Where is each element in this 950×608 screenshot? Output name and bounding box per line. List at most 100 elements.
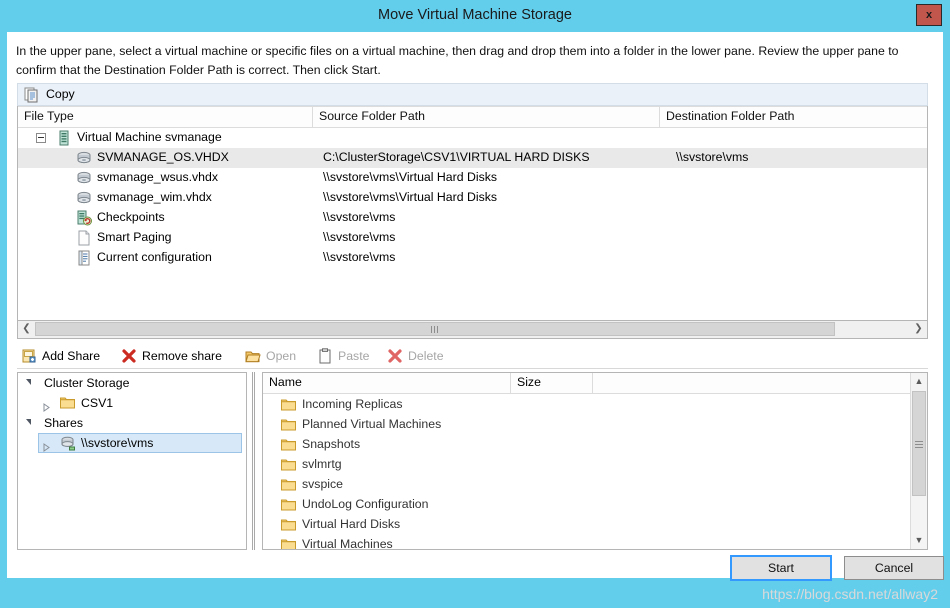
column-header-destination-path[interactable]: Destination Folder Path <box>660 107 927 127</box>
folder-icon <box>281 437 296 451</box>
grid-row[interactable]: Checkpoints \\svstore\vms <box>18 208 927 228</box>
list-item-name: svlmrtg <box>302 457 342 471</box>
column-header-source-path[interactable]: Source Folder Path <box>313 107 660 127</box>
grid-row[interactable]: Current configuration \\svstore\vms <box>18 248 927 268</box>
scroll-up-icon[interactable]: ▲ <box>911 373 927 390</box>
folder-icon <box>281 497 296 511</box>
grid-cell-file-type-label: Smart Paging <box>97 230 172 244</box>
hard-disk-icon <box>76 170 92 186</box>
grid-header-row: File Type Source Folder Path Destination… <box>18 106 927 128</box>
folder-icon <box>281 417 296 431</box>
grid-cell-source-path: \\svstore\vms\Virtual Hard Disks <box>323 170 498 184</box>
grid-row[interactable]: svmanage_wsus.vhdx \\svstore\vms\Virtual … <box>18 168 927 188</box>
grid-cell-source-path <box>323 128 673 148</box>
destination-browser: Cluster Storage CSV1 Shares \\svstore\vms N… <box>17 372 944 581</box>
toolbar-item-label: Add Share <box>42 349 101 363</box>
list-body: Incoming Replicas Planned Virtual Machine… <box>263 394 927 549</box>
grid-cell-destination-path <box>676 188 926 208</box>
close-button[interactable]: x <box>916 4 942 26</box>
grid-cell-destination-path <box>676 168 926 188</box>
grid-cell-destination-path: \\svstore\vms <box>676 150 749 164</box>
column-header-name[interactable]: Name <box>263 373 511 393</box>
add-share-icon <box>21 348 37 364</box>
toolbar-item-label: Delete <box>408 349 444 363</box>
folder-icon <box>281 457 296 471</box>
grid-cell-destination-path <box>676 228 926 248</box>
grid-row[interactable]: Virtual Machine svmanage <box>18 128 927 148</box>
list-item[interactable]: UndoLog Configuration <box>263 494 927 514</box>
column-header-file-type[interactable]: File Type <box>18 107 313 127</box>
vertical-scroll-thumb[interactable] <box>912 391 926 496</box>
hard-disk-icon <box>76 150 92 166</box>
chevron-right-icon[interactable] <box>43 438 50 452</box>
folder-icon <box>281 517 296 531</box>
tree-node[interactable]: Cluster Storage <box>18 373 246 393</box>
grid-cell-file-type-label: Current configuration <box>97 250 212 264</box>
column-header-extra[interactable] <box>593 373 909 393</box>
delete-icon <box>387 348 403 364</box>
grid-cell-file-type-label: svmanage_wim.vhdx <box>97 190 212 204</box>
horizontal-scrollbar[interactable]: ❮ ❯ <box>17 321 928 339</box>
tree-node[interactable]: Shares <box>18 413 246 433</box>
list-item[interactable]: Planned Virtual Machines <box>263 414 927 434</box>
toolbar-item-label: Open <box>266 349 297 363</box>
folder-icon <box>281 537 296 549</box>
virtual-machine-icon <box>56 130 72 146</box>
list-item[interactable]: Incoming Replicas <box>263 394 927 414</box>
list-item[interactable]: Virtual Hard Disks <box>263 514 927 534</box>
copy-label: Copy <box>46 87 75 101</box>
grid-cell-file-type: Checkpoints <box>18 208 313 228</box>
grid-cell-source-path: \\svstore\vms\Virtual Hard Disks <box>323 190 498 204</box>
grid-row[interactable]: svmanage_wim.vhdx \\svstore\vms\Virtual H… <box>18 188 927 208</box>
dialog-window: Move Virtual Machine Storage x In the up… <box>0 0 950 608</box>
grid-cell-file-type: svmanage_wsus.vhdx <box>18 168 313 188</box>
grid-cell-source-path: \\svstore\vms <box>323 230 396 244</box>
tree-node-label: \\svstore\vms <box>81 436 154 450</box>
column-header-size[interactable]: Size <box>511 373 593 393</box>
grid-cell-destination-path <box>676 248 926 268</box>
tree-node-label: CSV1 <box>81 396 114 410</box>
list-item-name: Incoming Replicas <box>302 397 403 411</box>
chevron-down-icon[interactable] <box>26 419 31 425</box>
scroll-down-icon[interactable]: ▼ <box>911 532 927 549</box>
list-item[interactable]: svlmrtg <box>263 454 927 474</box>
pane-splitter[interactable] <box>249 372 258 550</box>
grid-cell-source-path: \\svstore\vms <box>323 250 396 264</box>
tree-node[interactable]: \\svstore\vms <box>18 433 246 453</box>
copy-bar: Copy <box>17 83 928 106</box>
tree-node-label: Cluster Storage <box>44 376 130 390</box>
chevron-right-icon[interactable] <box>43 398 50 412</box>
copy-icon <box>24 87 40 103</box>
instructions-text: In the upper pane, select a virtual mach… <box>16 44 899 77</box>
title-bar: Move Virtual Machine Storage x <box>0 0 950 32</box>
grid-cell-source-path: C:\ClusterStorage\CSV1\VIRTUAL HARD DISK… <box>323 150 590 164</box>
grid-cell-destination-path <box>676 208 926 228</box>
grid-row[interactable]: SVMANAGE_OS.VHDX C:\ClusterStorage\CSV1\V… <box>18 148 927 168</box>
folder-icon <box>281 397 296 411</box>
watermark-text: https://blog.csdn.net/allway2 <box>762 586 938 602</box>
grid-cell-file-type: svmanage_wim.vhdx <box>18 188 313 208</box>
list-item[interactable]: svspice <box>263 474 927 494</box>
list-item[interactable]: Snapshots <box>263 434 927 454</box>
grid-row[interactable]: Smart Paging \\svstore\vms <box>18 228 927 248</box>
horizontal-scroll-thumb[interactable] <box>35 322 835 336</box>
grid-cell-file-type-label: SVMANAGE_OS.VHDX <box>97 150 229 164</box>
list-item[interactable]: Virtual Machines <box>263 534 927 549</box>
list-item-name: svspice <box>302 477 344 491</box>
configuration-icon <box>76 250 92 266</box>
cancel-button[interactable]: Cancel <box>844 556 944 580</box>
chevron-down-icon[interactable] <box>26 379 31 385</box>
list-header-row: Name Size <box>263 373 927 394</box>
tree-node[interactable]: CSV1 <box>18 393 246 413</box>
start-button[interactable]: Start <box>730 555 832 581</box>
scroll-left-icon[interactable]: ❮ <box>18 321 35 337</box>
list-item-name: UndoLog Configuration <box>302 497 429 511</box>
checkpoint-icon <box>76 210 92 226</box>
dialog-client-area: In the upper pane, select a virtual mach… <box>7 32 944 581</box>
folder-icon <box>60 395 76 411</box>
vertical-scrollbar[interactable]: ▲ ▼ <box>910 373 927 549</box>
grid-cell-file-type: SVMANAGE_OS.VHDX <box>18 148 313 168</box>
remove-share-icon <box>121 348 137 364</box>
scroll-right-icon[interactable]: ❯ <box>910 321 927 337</box>
toolbar-item-label: Remove share <box>142 349 222 363</box>
